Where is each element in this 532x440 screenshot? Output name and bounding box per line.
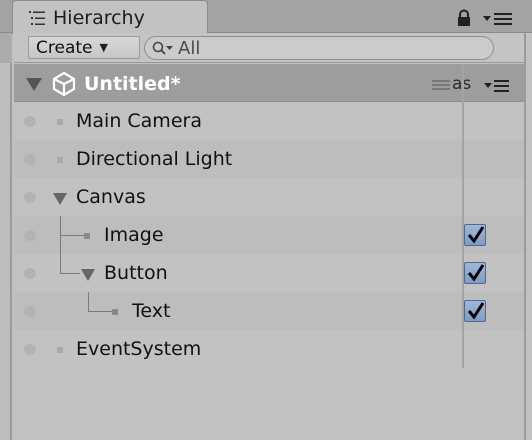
item-label: Text bbox=[132, 300, 171, 322]
tree-item-text[interactable]: Text bbox=[14, 292, 524, 330]
visibility-toggle-icon[interactable] bbox=[24, 192, 36, 203]
tree-connector-line bbox=[60, 235, 84, 236]
tree-connector-line bbox=[88, 292, 89, 311]
panel-left-border-top bbox=[0, 33, 12, 63]
panel-menu-icon[interactable] bbox=[482, 10, 514, 26]
scene-title: Untitled* bbox=[84, 73, 181, 95]
fold-arrow-down-icon[interactable] bbox=[80, 267, 96, 281]
leaf-bullet-icon bbox=[112, 309, 118, 315]
create-button[interactable]: Create ▼ bbox=[28, 36, 140, 59]
leaf-bullet-icon bbox=[57, 347, 63, 353]
padlock-icon[interactable] bbox=[455, 9, 473, 27]
visibility-toggle-icon[interactable] bbox=[24, 116, 36, 127]
unity-logo-icon bbox=[52, 71, 76, 97]
item-label: Main Camera bbox=[76, 110, 202, 132]
search-input[interactable] bbox=[178, 37, 478, 59]
hierarchy-empty-area[interactable] bbox=[14, 368, 524, 440]
tree-item-main-camera[interactable]: Main Camera bbox=[14, 102, 524, 140]
visibility-toggle-icon[interactable] bbox=[24, 268, 36, 279]
panel-left-border bbox=[0, 33, 12, 440]
column-menu-icon[interactable] bbox=[484, 78, 518, 92]
hierarchy-tree: Main Camera Directional Light Canvas Ima… bbox=[14, 102, 524, 368]
tree-item-eventsystem[interactable]: EventSystem bbox=[14, 330, 524, 368]
panel-tab-bar: Hierarchy bbox=[0, 0, 532, 34]
fold-arrow-down-icon[interactable] bbox=[26, 77, 42, 91]
hierarchy-tab[interactable]: Hierarchy bbox=[12, 0, 208, 34]
dropdown-arrow-icon: ▼ bbox=[99, 41, 108, 54]
panel-right-border bbox=[524, 33, 532, 440]
search-icon[interactable] bbox=[151, 40, 177, 56]
hierarchy-toolbar: Create ▼ bbox=[14, 33, 524, 63]
scene-header-row[interactable]: Untitled* as bbox=[14, 64, 524, 102]
active-checkbox[interactable] bbox=[464, 300, 486, 322]
tree-item-button[interactable]: Button bbox=[14, 254, 524, 292]
active-checkbox[interactable] bbox=[464, 262, 486, 284]
search-field[interactable] bbox=[144, 36, 494, 60]
create-label: Create bbox=[36, 37, 93, 58]
leaf-bullet-icon bbox=[84, 233, 90, 239]
visibility-toggle-icon[interactable] bbox=[24, 230, 36, 241]
tab-title: Hierarchy bbox=[53, 6, 145, 29]
tree-connector-line bbox=[60, 273, 80, 274]
hierarchy-list-icon bbox=[27, 10, 49, 26]
visibility-toggle-icon[interactable] bbox=[24, 154, 36, 165]
leaf-bullet-icon bbox=[57, 157, 63, 163]
item-label: Directional Light bbox=[76, 148, 233, 170]
tree-item-directional-light[interactable]: Directional Light bbox=[14, 140, 524, 178]
item-label: Image bbox=[104, 224, 164, 246]
tree-item-canvas[interactable]: Canvas bbox=[14, 178, 524, 216]
item-label: Canvas bbox=[76, 186, 146, 208]
visibility-toggle-icon[interactable] bbox=[24, 306, 36, 317]
leaf-bullet-icon bbox=[57, 119, 63, 125]
tree-item-image[interactable]: Image bbox=[14, 216, 524, 254]
visibility-toggle-icon[interactable] bbox=[24, 344, 36, 355]
item-label: EventSystem bbox=[76, 338, 202, 360]
active-checkbox[interactable] bbox=[464, 224, 486, 246]
column-drag-handle-icon[interactable] bbox=[432, 77, 452, 91]
item-label: Button bbox=[104, 262, 168, 284]
tree-connector-line bbox=[60, 254, 61, 273]
tree-connector-line bbox=[88, 311, 112, 312]
fold-arrow-down-icon[interactable] bbox=[52, 191, 68, 205]
column-divider[interactable] bbox=[462, 64, 464, 368]
